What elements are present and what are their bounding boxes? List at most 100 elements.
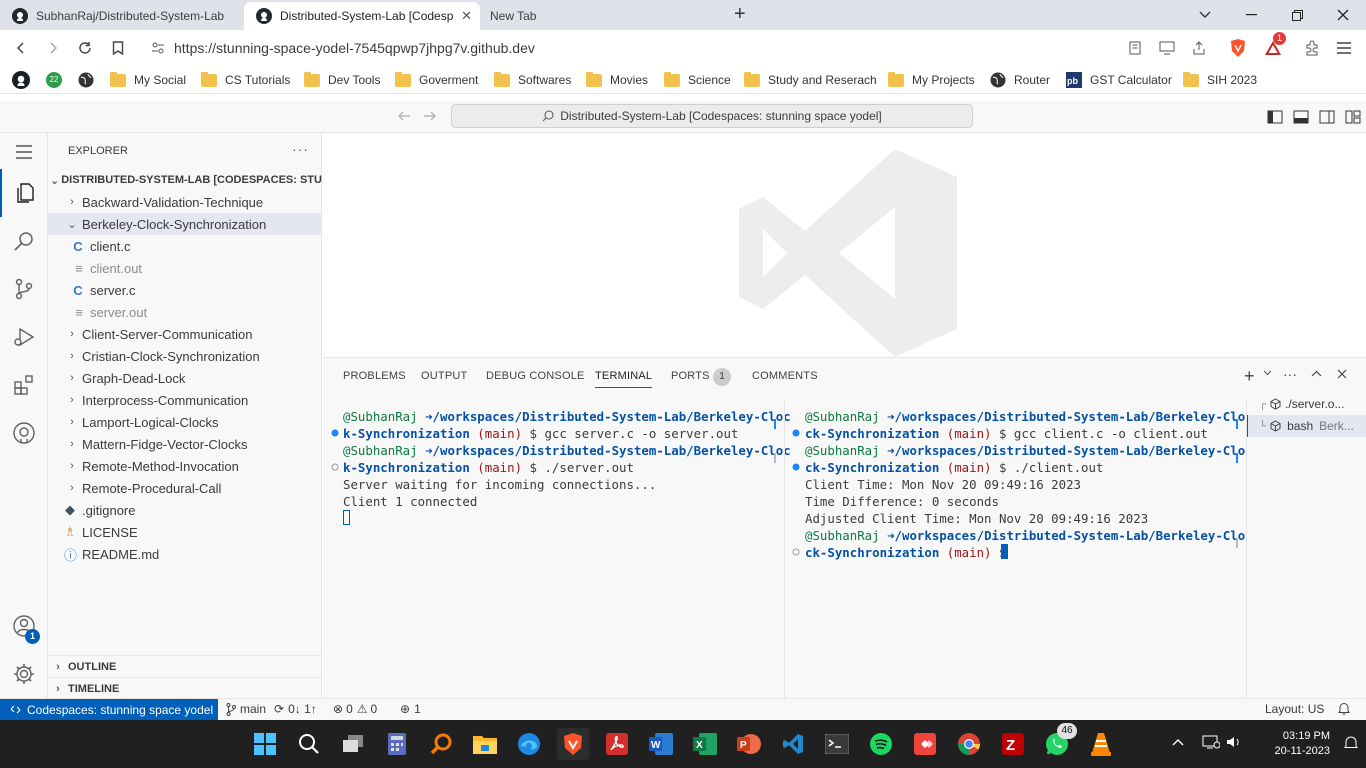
maximize-panel-icon[interactable] (1311, 370, 1322, 377)
toggle-sidebar-icon[interactable] (1267, 109, 1283, 125)
volume-icon[interactable] (1226, 735, 1242, 749)
back-icon[interactable] (9, 36, 33, 60)
keyboard-layout[interactable]: Layout: US (1265, 702, 1324, 716)
task-view-icon[interactable] (337, 728, 369, 760)
bookmark-softwares[interactable]: Softwares (494, 70, 571, 90)
tree-item-readme[interactable]: ⓘ README.md (48, 543, 322, 565)
vscode-icon[interactable] (777, 728, 809, 760)
tree-item-rmi[interactable]: › Remote-Method-Invocation (48, 455, 322, 477)
network-icon[interactable] (1202, 735, 1220, 749)
window-close-icon[interactable] (1320, 0, 1366, 30)
tree-item-lamport[interactable]: › Lamport-Logical-Clocks (48, 411, 322, 433)
bookmark-my-projects[interactable]: My Projects (888, 70, 975, 90)
tree-item-gitignore[interactable]: ◆ .gitignore (48, 499, 322, 521)
tree-item-interprocess[interactable]: › Interprocess-Communication (48, 389, 322, 411)
clock[interactable]: 03:19 PM 20-11-2023 (1248, 729, 1330, 759)
more-actions-icon[interactable]: ··· (292, 141, 309, 157)
acrobat-icon[interactable] (601, 728, 633, 760)
terminal-left[interactable]: @SubhanRaj ➜/workspaces/Distributed-Syst… (343, 408, 791, 510)
go-back-icon[interactable] (397, 109, 411, 123)
tree-item-rpc[interactable]: › Remote-Procedural-Call (48, 477, 322, 499)
timeline-section[interactable]: › TIMELINE (48, 677, 322, 699)
word-icon[interactable]: W (645, 728, 677, 760)
ports-indicator[interactable]: ⊕ 1 (400, 702, 421, 716)
tree-item-mattern[interactable]: › Mattern-Fidge-Vector-Clocks (48, 433, 322, 455)
whatsapp-icon[interactable]: 46 (1041, 723, 1077, 760)
toggle-secondary-sidebar-icon[interactable] (1319, 109, 1335, 125)
bookmark-sih-2023[interactable]: SIH 2023 (1183, 70, 1257, 90)
search-tool-icon[interactable] (425, 728, 457, 760)
problems-indicator[interactable]: ⊗ 0 ⚠ 0 (333, 702, 377, 716)
cast-icon[interactable] (1155, 36, 1179, 60)
filezilla-icon[interactable]: Z (997, 728, 1029, 760)
search-icon[interactable] (293, 728, 325, 760)
tree-item-berkeley[interactable]: ⌄ Berkeley-Clock-Synchronization (48, 213, 322, 235)
terminal-right[interactable]: @SubhanRaj ➜/workspaces/Distributed-Syst… (805, 408, 1245, 561)
settings-gear-icon[interactable] (0, 650, 48, 698)
bookmark-github[interactable] (12, 70, 30, 90)
close-panel-icon[interactable] (1337, 369, 1347, 379)
run-debug-icon[interactable] (0, 313, 48, 361)
bookmark-icon[interactable] (106, 36, 130, 60)
bookmark-my-social[interactable]: My Social (110, 70, 186, 90)
excel-icon[interactable]: X (689, 728, 721, 760)
browser-tab-codespace[interactable]: Distributed-System-Lab [Codesp ✕ (244, 2, 480, 30)
bookmark-globe[interactable] (78, 70, 94, 90)
tree-item-server-out[interactable]: ≡ server.out (48, 301, 322, 323)
bookmark-study[interactable]: Study and Reserach (744, 70, 877, 90)
bookmark-goverment[interactable]: Goverment (395, 70, 478, 90)
bookmark-science[interactable]: Science (664, 70, 731, 90)
remote-indicator[interactable]: Codespaces: stunning space yodel (0, 699, 218, 720)
command-center[interactable]: Distributed-System-Lab [Codespaces: stun… (451, 104, 973, 128)
vlc-icon[interactable] (1085, 728, 1117, 760)
browser-tab-new[interactable]: New Tab (478, 2, 718, 30)
search-icon[interactable] (0, 217, 48, 265)
show-hidden-icons-chevron-icon[interactable] (1172, 738, 1184, 746)
share-icon[interactable] (1187, 36, 1211, 60)
minimize-icon[interactable] (1228, 0, 1274, 30)
edge-icon[interactable] (513, 728, 545, 760)
terminal-list-item-bash[interactable]: └ bash Berk... (1247, 415, 1366, 437)
restore-icon[interactable] (1274, 0, 1320, 30)
tab-ports[interactable]: PORTS (671, 370, 710, 382)
notification-center-icon[interactable] (1344, 736, 1358, 750)
chrome-icon[interactable] (953, 728, 985, 760)
powerpoint-icon[interactable]: P (733, 728, 765, 760)
terminal-app-icon[interactable] (821, 728, 853, 760)
new-terminal-plus-icon[interactable]: + (1244, 366, 1255, 387)
browser-tab-github[interactable]: SubhanRaj/Distributed-System-Lab (0, 2, 242, 30)
tree-item-client-c[interactable]: C client.c (48, 235, 322, 257)
terminal-list-item-server[interactable]: ┌ ./server.o... (1247, 393, 1366, 415)
go-forward-icon[interactable] (423, 109, 437, 123)
more-actions-icon[interactable]: ··· (1283, 366, 1297, 382)
reload-icon[interactable] (73, 36, 97, 60)
tree-item-backward-validation[interactable]: › Backward-Validation-Technique (48, 191, 322, 213)
tree-item-client-server[interactable]: › Client-Server-Communication (48, 323, 322, 345)
workspace-root[interactable]: ⌄ DISTRIBUTED-SYSTEM-LAB [CODESPACES: ST… (48, 169, 331, 191)
site-settings-icon[interactable] (150, 40, 166, 56)
source-control-icon[interactable] (0, 265, 48, 313)
file-explorer-icon[interactable] (469, 728, 501, 760)
spotify-icon[interactable] (865, 728, 897, 760)
sync-indicator[interactable]: ⟳ 0↓ 1↑ (274, 702, 317, 716)
anydesk-icon[interactable] (909, 728, 941, 760)
customize-layout-icon[interactable] (1345, 109, 1361, 125)
bookmark-cs-tutorials[interactable]: CS Tutorials (201, 70, 290, 90)
forward-icon[interactable] (41, 36, 65, 60)
brave-icon[interactable] (557, 728, 589, 760)
brave-shields-icon[interactable] (1226, 36, 1250, 60)
tab-problems[interactable]: PROBLEMS (343, 370, 406, 382)
calculator-icon[interactable] (381, 728, 413, 760)
terminal-split-divider[interactable] (784, 400, 785, 699)
tab-search-chevron-icon[interactable] (1182, 0, 1228, 30)
menu-icon[interactable] (1332, 36, 1356, 60)
tree-item-license[interactable]: ♗ LICENSE (48, 521, 322, 543)
windows-start-icon[interactable] (249, 728, 281, 760)
outline-section[interactable]: › OUTLINE (48, 655, 322, 677)
bookmark-router[interactable]: Router (990, 70, 1050, 90)
extensions-icon[interactable] (1300, 36, 1324, 60)
branch-indicator[interactable]: main (226, 702, 266, 716)
chevron-down-icon[interactable] (1263, 370, 1272, 376)
notifications-bell-icon[interactable] (1338, 702, 1350, 715)
tree-item-server-c[interactable]: C server.c (48, 279, 322, 301)
